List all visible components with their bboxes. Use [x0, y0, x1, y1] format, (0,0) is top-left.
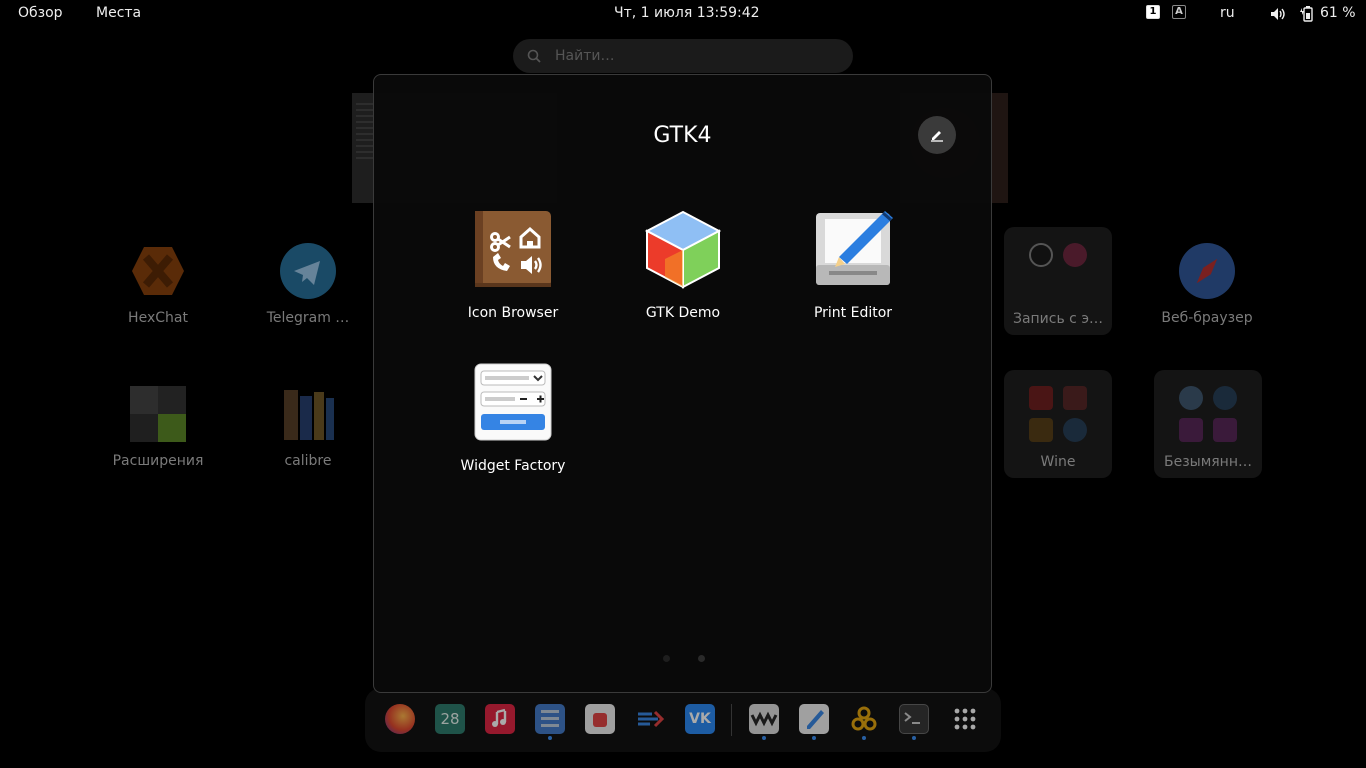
- show-apps-grid-icon[interactable]: [950, 704, 980, 734]
- folder-title: GTK4: [653, 123, 712, 148]
- terminal-icon[interactable]: [899, 704, 929, 734]
- puzzle-icon: [130, 386, 186, 442]
- dash-separator: [731, 704, 732, 736]
- app-label: Расширения: [112, 453, 204, 469]
- text-editor-icon[interactable]: [799, 704, 829, 734]
- settings-nodes-icon[interactable]: [849, 704, 879, 734]
- files-icon[interactable]: [535, 704, 565, 734]
- app-web-browser[interactable]: Веб-браузер: [1152, 243, 1262, 326]
- planner-icon[interactable]: [635, 704, 665, 734]
- app-label: calibre: [284, 453, 332, 469]
- activities-button[interactable]: Обзор: [18, 5, 63, 21]
- compass-icon: [1179, 243, 1235, 299]
- page-indicator-dot[interactable]: [663, 655, 670, 662]
- folder-app-icon: [1179, 386, 1203, 410]
- running-indicator: [862, 736, 866, 740]
- app-label: Icon Browser: [467, 305, 559, 321]
- folder-label: Безымянн…: [1163, 454, 1252, 470]
- recorder-icon: [1063, 243, 1087, 267]
- app-print-editor[interactable]: Print Editor: [783, 209, 923, 321]
- folder-label: Запись с э…: [1012, 311, 1104, 327]
- search-entry[interactable]: Найти…: [513, 39, 853, 73]
- folder-unnamed[interactable]: Безымянн…: [1154, 370, 1262, 478]
- places-menu[interactable]: Места: [96, 5, 141, 21]
- wine-help-icon: [1063, 418, 1087, 442]
- keyboard-layout-indicator[interactable]: ru: [1220, 5, 1235, 21]
- workspace-indicator-icon[interactable]: 1: [1146, 5, 1160, 19]
- running-indicator: [762, 736, 766, 740]
- top-bar: Обзор Места Чт, 1 июля 13:59:42 1 A ru 6…: [0, 0, 1366, 28]
- clock[interactable]: Чт, 1 июля 13:59:42: [614, 5, 760, 21]
- folder-wine[interactable]: Wine: [1004, 370, 1112, 478]
- app-hexchat[interactable]: HexChat: [103, 243, 213, 326]
- folder-app-icon: [1213, 386, 1237, 410]
- page-indicator-dot[interactable]: [698, 655, 705, 662]
- calendar-icon[interactable]: 28: [435, 704, 465, 734]
- app-label: Веб-браузер: [1161, 310, 1253, 326]
- app-widget-factory[interactable]: Widget Factory: [443, 362, 583, 474]
- calibre-icon: [280, 386, 336, 442]
- folder-app-icon: [1213, 418, 1237, 442]
- app-label: Telegram …: [266, 310, 350, 326]
- folder-record[interactable]: Запись с э…: [1004, 227, 1112, 335]
- wine-manager-icon[interactable]: [749, 704, 779, 734]
- app-label: Print Editor: [813, 305, 893, 321]
- icon-browser-icon: [473, 209, 553, 289]
- vk-icon[interactable]: VK: [685, 704, 715, 734]
- folder-app-icon: [1179, 418, 1203, 442]
- hexchat-icon: [130, 243, 186, 299]
- battery-icon[interactable]: [1299, 5, 1315, 22]
- input-source-icon[interactable]: A: [1172, 5, 1186, 19]
- running-indicator: [912, 736, 916, 740]
- wine-files-icon: [1029, 418, 1053, 442]
- running-indicator: [548, 736, 552, 740]
- telegram-icon: [280, 243, 336, 299]
- search-icon: [527, 49, 541, 63]
- print-editor-icon: [813, 209, 893, 289]
- app-label: HexChat: [128, 310, 188, 326]
- running-indicator: [812, 736, 816, 740]
- edit-icon: [931, 131, 943, 142]
- firefox-icon[interactable]: [385, 704, 415, 734]
- battery-percent[interactable]: 61 %: [1320, 5, 1356, 21]
- app-calibre[interactable]: calibre: [253, 386, 363, 469]
- widget-factory-icon: [473, 362, 553, 442]
- wine-config-icon: [1063, 386, 1087, 410]
- app-gtk-demo[interactable]: GTK Demo: [613, 209, 753, 321]
- obs-icon: [1029, 243, 1053, 267]
- wine-app-icon: [1029, 386, 1053, 410]
- software-icon[interactable]: [585, 704, 615, 734]
- rename-folder-button[interactable]: [918, 116, 956, 154]
- app-folder-dialog: GTK4 Icon Browser GTK Demo Print Editor …: [373, 74, 992, 693]
- music-icon[interactable]: [485, 704, 515, 734]
- desktop-overview: Обзор Места Чт, 1 июля 13:59:42 1 A ru 6…: [0, 0, 1366, 768]
- volume-icon[interactable]: [1270, 7, 1286, 21]
- app-icon-browser[interactable]: Icon Browser: [443, 209, 583, 321]
- gtk-demo-icon: [643, 209, 723, 289]
- dash: 28 VK: [365, 688, 1001, 752]
- app-telegram[interactable]: Telegram …: [253, 243, 363, 326]
- app-label: GTK Demo: [645, 305, 721, 321]
- folder-label: Wine: [1040, 454, 1076, 470]
- app-extensions[interactable]: Расширения: [103, 386, 213, 469]
- search-placeholder: Найти…: [555, 48, 615, 64]
- app-label: Widget Factory: [460, 458, 566, 474]
